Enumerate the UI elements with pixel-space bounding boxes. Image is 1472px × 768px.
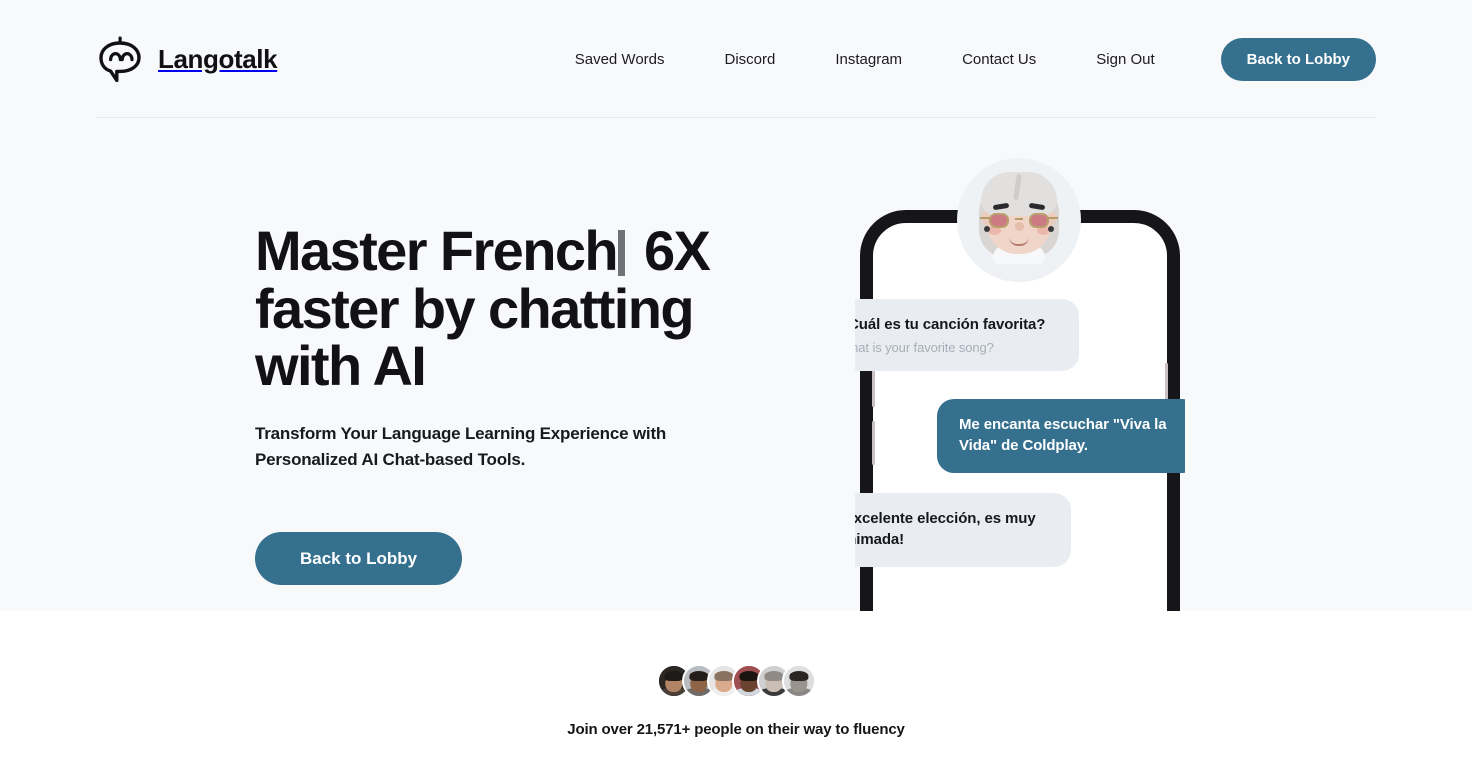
- typing-caret-icon: [618, 230, 625, 276]
- header-divider: [97, 117, 1375, 118]
- headline-typed-text: Master French: [255, 219, 619, 282]
- chat-message-incoming-2: ¡Excelente elección, es muy animada!: [855, 493, 1071, 567]
- chatbot-logo-icon: [96, 35, 144, 83]
- brand-name: Langotalk: [158, 43, 278, 74]
- hero-content: Master French 6X faster by chatting with…: [255, 222, 735, 585]
- chat-message-translation: What is your favorite song?: [855, 340, 994, 356]
- landing-page: Langotalk Saved Words Discord Instagram …: [0, 0, 1472, 768]
- nav-sign-out[interactable]: Sign Out: [1066, 51, 1184, 68]
- brand-logo-link[interactable]: Langotalk: [96, 35, 278, 83]
- nav-discord[interactable]: Discord: [695, 51, 806, 68]
- site-header: Langotalk Saved Words Discord Instagram …: [0, 0, 1472, 118]
- page-title: Master French 6X faster by chatting with…: [255, 222, 735, 395]
- chat-message-incoming-1: ¿Cuál es tu canción favorita? What is yo…: [855, 299, 1079, 372]
- social-proof-text: Join over 21,571+ people on their way to…: [567, 721, 905, 738]
- social-proof-section: Join over 21,571+ people on their way to…: [0, 611, 1472, 768]
- header-back-to-lobby-button[interactable]: Back to Lobby: [1220, 37, 1376, 81]
- phone-mockup: ¿Cuál es tu canción favorita? What is yo…: [855, 140, 1185, 611]
- user-avatar-group: [656, 664, 816, 698]
- chat-message-text: ¿Cuál es tu canción favorita?: [855, 316, 1046, 333]
- chat-message-text: Me encanta escuchar "Viva la Vida" de Co…: [959, 416, 1167, 455]
- nav-contact-us[interactable]: Contact Us: [932, 51, 1066, 68]
- nav-instagram[interactable]: Instagram: [805, 51, 932, 68]
- chat-message-text: ¡Excelente elección, es muy animada!: [855, 510, 1036, 549]
- user-avatar-6: [781, 664, 816, 698]
- elderly-woman-avatar: [957, 158, 1081, 282]
- phone-volume-down-button-icon: [872, 421, 875, 465]
- chat-message-outgoing-1: Me encanta escuchar "Viva la Vida" de Co…: [937, 399, 1185, 473]
- main-navigation: Saved Words Discord Instagram Contact Us…: [575, 37, 1376, 81]
- hero-back-to-lobby-button[interactable]: Back to Lobby: [255, 531, 463, 585]
- nav-saved-words[interactable]: Saved Words: [575, 51, 695, 68]
- hero-subheadline: Transform Your Language Learning Experie…: [255, 424, 667, 470]
